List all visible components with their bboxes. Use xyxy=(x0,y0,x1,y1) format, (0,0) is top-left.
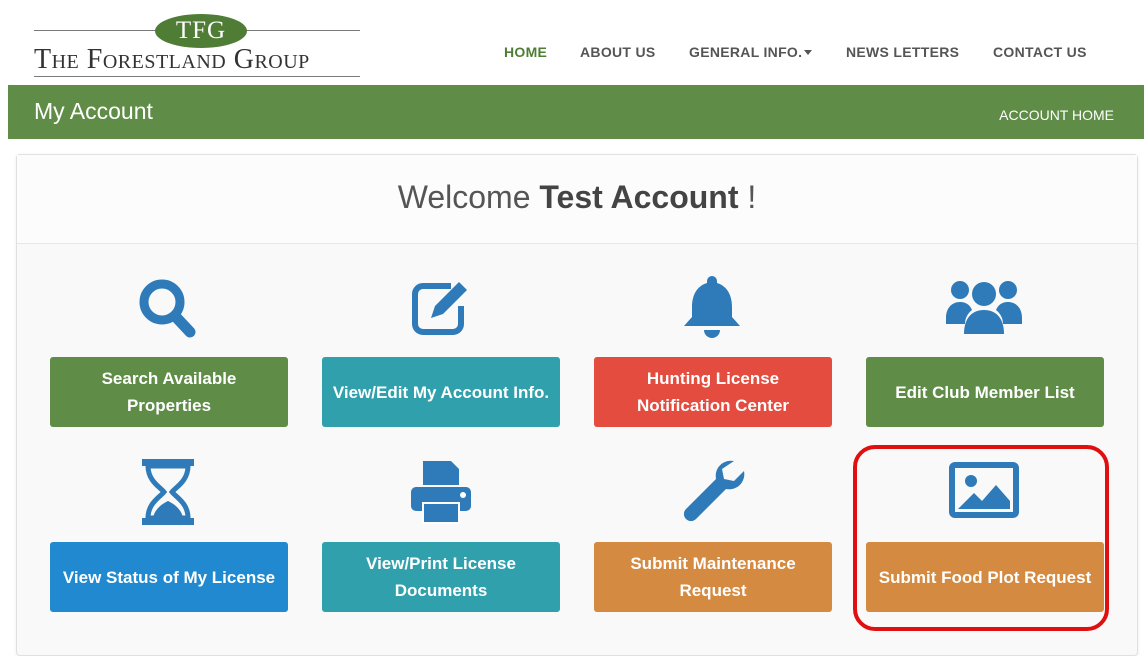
nav-contact-us[interactable]: CONTACT US xyxy=(993,44,1087,60)
welcome-suffix: ! xyxy=(747,179,757,215)
printer-icon[interactable] xyxy=(401,457,481,527)
bell-icon[interactable] xyxy=(672,272,752,342)
panel-heading: Welcome Test Account ! xyxy=(17,155,1137,244)
logo-rule-bottom xyxy=(34,76,360,77)
account-home-link[interactable]: ACCOUNT HOME xyxy=(999,107,1114,123)
search-properties-button[interactable]: Search Available Properties xyxy=(50,357,288,427)
view-license-status-button[interactable]: View Status of My License xyxy=(50,542,288,612)
edit-icon[interactable] xyxy=(401,272,481,342)
food-plot-highlight xyxy=(853,445,1109,631)
edit-account-info-button[interactable]: View/Edit My Account Info. xyxy=(322,357,560,427)
users-icon[interactable] xyxy=(944,272,1024,342)
print-license-documents-button[interactable]: View/Print License Documents xyxy=(322,542,560,612)
nav-news-letters[interactable]: NEWS LETTERS xyxy=(846,44,959,60)
welcome-message: Welcome Test Account ! xyxy=(17,179,1137,216)
edit-club-member-list-button[interactable]: Edit Club Member List xyxy=(866,357,1104,427)
submit-maintenance-request-button[interactable]: Submit Maintenance Request xyxy=(594,542,832,612)
welcome-prefix: Welcome xyxy=(397,179,531,215)
main-nav: HOME ABOUT US GENERAL INFO. NEWS LETTERS… xyxy=(0,44,1144,64)
logo-mark: TFG xyxy=(155,14,247,48)
search-icon[interactable] xyxy=(128,272,208,342)
site-header: TFG The Forestland Group HOME ABOUT US G… xyxy=(0,0,1144,85)
nav-home[interactable]: HOME xyxy=(504,44,547,60)
license-notification-center-button[interactable]: Hunting License Notification Center xyxy=(594,357,832,427)
nav-about-us[interactable]: ABOUT US xyxy=(580,44,656,60)
page-title: My Account xyxy=(34,98,153,124)
account-bar: My Account ACCOUNT HOME xyxy=(8,85,1144,139)
nav-general-info[interactable]: GENERAL INFO. xyxy=(689,44,813,60)
hourglass-icon[interactable] xyxy=(128,457,208,527)
chevron-down-icon xyxy=(804,50,813,55)
wrench-icon[interactable] xyxy=(672,457,752,527)
nav-general-info-label: GENERAL INFO. xyxy=(689,44,803,60)
account-name: Test Account xyxy=(539,179,739,215)
